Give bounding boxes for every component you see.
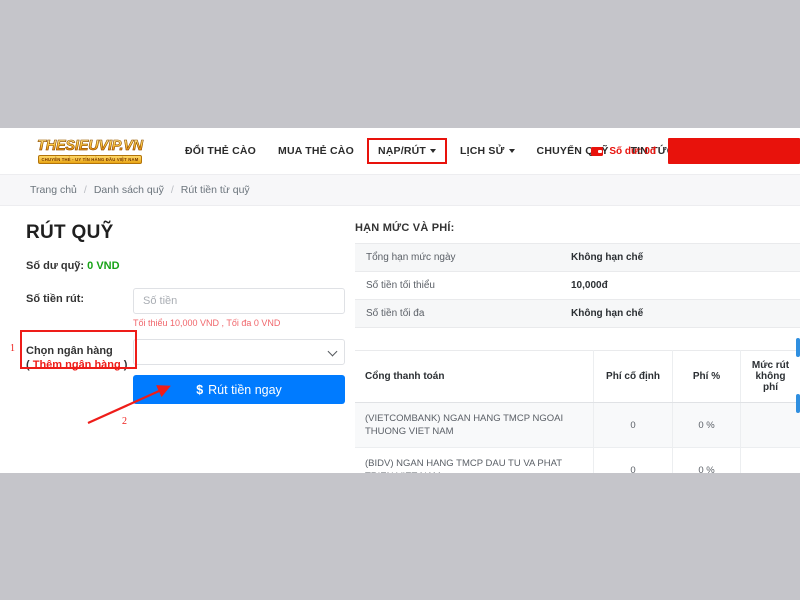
fund-balance-label: Số dư quỹ: bbox=[26, 260, 85, 272]
fees-fixed: 0 bbox=[593, 402, 673, 448]
breadcrumb-separator: / bbox=[170, 184, 174, 196]
nav-label: LỊCH SỬ bbox=[460, 145, 505, 157]
bank-label: Chọn ngân hàng ( Thêm ngân hàng ) bbox=[26, 339, 133, 372]
withdraw-submit-label: Rút tiền ngay bbox=[208, 382, 282, 397]
fees-table-wrap: Cổng thanh toán Phí cố định Phí % Mức rú… bbox=[355, 350, 800, 473]
breadcrumb-item-fund-list[interactable]: Danh sách quỹ bbox=[94, 184, 164, 196]
bank-select[interactable] bbox=[133, 339, 345, 365]
fees-fixed: 0 bbox=[593, 447, 673, 473]
nav-item-mua-the-cao[interactable]: MUA THẺ CÀO bbox=[267, 139, 365, 163]
fees-free bbox=[740, 402, 800, 448]
logo-tagline: CHUYÊN THẺ - UY TÍN HÀNG ĐẦU VIỆT NAM bbox=[37, 154, 143, 164]
fees-pct: 0 % bbox=[672, 447, 741, 473]
nav-label: ĐỔI THẺ CÀO bbox=[185, 145, 257, 157]
fees-gate: (VIETCOMBANK) NGAN HANG TMCP NGOAI THUON… bbox=[355, 402, 594, 448]
table-row: (VIETCOMBANK) NGAN HANG TMCP NGOAI THUON… bbox=[355, 402, 800, 448]
breadcrumb-item-withdraw: Rút tiền từ quỹ bbox=[180, 184, 250, 196]
account-action-button[interactable] bbox=[668, 138, 800, 164]
nav-label: MUA THẺ CÀO bbox=[278, 145, 354, 157]
site-logo[interactable]: THESIEUVIP.VN CHUYÊN THẺ - UY TÍN HÀNG Đ… bbox=[28, 136, 152, 166]
wallet-icon bbox=[591, 146, 604, 156]
fees-header-pct: Phí % bbox=[672, 350, 741, 403]
withdraw-form-column: RÚT QUỸ Số dư quỹ: 0 VND Số tiền rút: Tố… bbox=[0, 220, 345, 473]
bank-field-wrap: $ Rút tiền ngay bbox=[133, 339, 345, 404]
scroll-indicator-upper[interactable] bbox=[796, 338, 800, 357]
withdraw-submit-button[interactable]: $ Rút tiền ngay bbox=[133, 375, 345, 404]
logo-wordmark: THESIEUVIP.VN bbox=[37, 137, 144, 154]
chevron-down-icon bbox=[508, 148, 515, 153]
table-row: Số tiền tối đa Không hạn chế bbox=[355, 299, 800, 328]
breadcrumb-separator: / bbox=[83, 184, 87, 196]
fees-header-gate: Cổng thanh toán bbox=[355, 350, 594, 403]
table-row: (BIDV) NGAN HANG TMCP DAU TU VA PHAT TRI… bbox=[355, 447, 800, 473]
nav-item-lich-su[interactable]: LỊCH SỬ bbox=[449, 139, 526, 163]
limit-value: Không hạn chế bbox=[560, 243, 800, 272]
amount-row: Số tiền rút: Tối thiểu 10,000 VND , Tối … bbox=[26, 288, 345, 330]
nav-item-doi-the-cao[interactable]: ĐỔI THẺ CÀO bbox=[174, 139, 267, 163]
fees-free bbox=[740, 447, 800, 473]
fees-table: Cổng thanh toán Phí cố định Phí % Mức rú… bbox=[355, 350, 800, 473]
annotation-number-2: 2 bbox=[122, 416, 127, 427]
site-header: THESIEUVIP.VN CHUYÊN THẺ - UY TÍN HÀNG Đ… bbox=[0, 128, 800, 174]
bank-row: Chọn ngân hàng ( Thêm ngân hàng ) $ Rút … bbox=[26, 339, 345, 404]
limit-label: Số tiền tối đa bbox=[355, 299, 560, 328]
add-bank-link[interactable]: Thêm ngân hàng bbox=[33, 359, 121, 371]
limit-value: Không hạn chế bbox=[560, 299, 800, 328]
amount-label: Số tiền rút: bbox=[26, 293, 85, 305]
breadcrumb-item-home[interactable]: Trang chủ bbox=[30, 184, 77, 196]
limit-value: 10,000đ bbox=[560, 271, 800, 300]
table-row: Số tiền tối thiểu 10,000đ bbox=[355, 271, 800, 300]
annotation-number-1: 1 bbox=[10, 343, 15, 354]
page-root: THESIEUVIP.VN CHUYÊN THẺ - UY TÍN HÀNG Đ… bbox=[0, 128, 800, 473]
page-title: RÚT QUỸ bbox=[26, 222, 114, 243]
fees-pct: 0 % bbox=[672, 402, 741, 448]
bank-select-wrap bbox=[133, 339, 345, 365]
paren-close: ) bbox=[123, 359, 128, 371]
page-content: RÚT QUỸ Số dư quỹ: 0 VND Số tiền rút: Tố… bbox=[0, 206, 800, 473]
paren-open: ( bbox=[26, 359, 30, 371]
header-balance: Số dư: 0đ bbox=[609, 145, 656, 157]
table-row: Tổng hạn mức ngày Không hạn chế bbox=[355, 243, 800, 272]
header-account-area: Số dư: 0đ bbox=[591, 128, 800, 174]
limits-and-fees-column: HẠN MỨC VÀ PHÍ: Tổng hạn mức ngày Không … bbox=[345, 220, 800, 473]
scroll-indicator-lower[interactable] bbox=[796, 394, 800, 413]
breadcrumb: Trang chủ / Danh sách quỹ / Rút tiền từ … bbox=[0, 174, 800, 206]
fees-header-row: Cổng thanh toán Phí cố định Phí % Mức rú… bbox=[355, 350, 800, 403]
amount-field-wrap: Tối thiểu 10,000 VND , Tối đa 0 VND bbox=[133, 288, 345, 330]
limits-title: HẠN MỨC VÀ PHÍ: bbox=[355, 222, 455, 234]
fees-header-fixed: Phí cố định bbox=[593, 350, 673, 403]
amount-input[interactable] bbox=[133, 288, 345, 314]
amount-hint: Tối thiểu 10,000 VND , Tối đa 0 VND bbox=[133, 318, 281, 328]
fees-header-free: Mức rút không phí bbox=[740, 350, 800, 403]
dollar-icon: $ bbox=[196, 382, 204, 397]
nav-item-nap-rut[interactable]: NẠP/RÚT bbox=[366, 138, 448, 164]
fees-gate: (BIDV) NGAN HANG TMCP DAU TU VA PHAT TRI… bbox=[355, 447, 594, 473]
bank-label-text: Chọn ngân hàng bbox=[26, 345, 113, 357]
bank-add-line: ( Thêm ngân hàng ) bbox=[26, 358, 133, 372]
fund-balance-line: Số dư quỹ: 0 VND bbox=[26, 260, 345, 272]
limit-label: Tổng hạn mức ngày bbox=[355, 243, 560, 272]
limit-label: Số tiền tối thiểu bbox=[355, 271, 560, 300]
nav-label: NẠP/RÚT bbox=[377, 145, 427, 157]
fund-balance-value: 0 VND bbox=[87, 260, 120, 272]
chevron-down-icon bbox=[430, 148, 437, 153]
limits-table: Tổng hạn mức ngày Không hạn chế Số tiền … bbox=[355, 243, 800, 328]
